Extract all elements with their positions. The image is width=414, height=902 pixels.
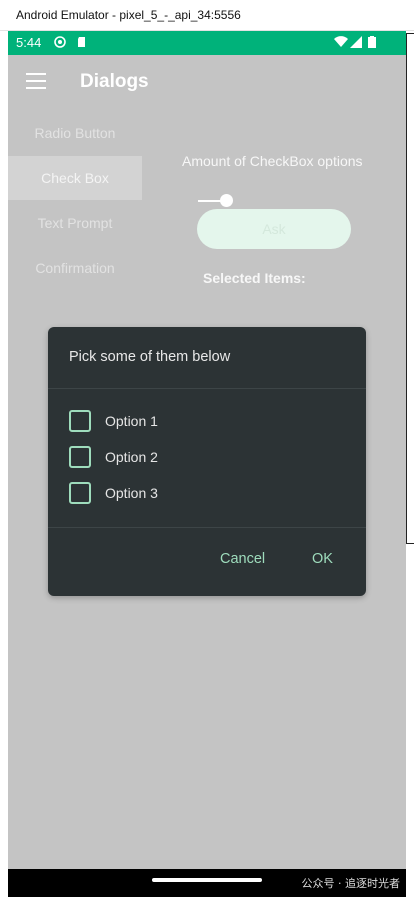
notification-icon	[54, 36, 66, 48]
window-title: Android Emulator - pixel_5_-_api_34:5556	[16, 8, 241, 22]
menu-item-confirmation[interactable]: Confirmation	[8, 246, 142, 290]
battery-icon	[368, 36, 376, 48]
amount-slider-thumb[interactable]	[220, 194, 233, 207]
option-1-checkbox[interactable]	[69, 410, 91, 432]
checkbox-amount-label: Amount of CheckBox options	[182, 153, 363, 169]
option-2-checkbox[interactable]	[69, 446, 91, 468]
option-3-checkbox[interactable]	[69, 482, 91, 504]
watermark: 公众号 · 追逐时光者	[301, 877, 401, 890]
ok-button[interactable]: OK	[312, 551, 333, 567]
option-3-label: Option 3	[105, 485, 158, 501]
option-1-label: Option 1	[105, 413, 158, 429]
desktop-left-edge	[0, 31, 8, 902]
cancel-button[interactable]: Cancel	[220, 551, 265, 567]
phone-screen: 5:44 Dialogs Radio Button Check Box Text…	[8, 31, 406, 897]
ask-button[interactable]: Ask	[197, 209, 351, 249]
desktop-right-edge	[406, 31, 414, 902]
menu-item-text-prompt[interactable]: Text Prompt	[8, 201, 142, 245]
menu-item-check-box[interactable]: Check Box	[8, 156, 142, 200]
hamburger-icon[interactable]	[26, 73, 46, 89]
signal-icon	[350, 36, 362, 48]
dialog-divider-top	[48, 388, 366, 389]
home-gesture-pill[interactable]	[152, 878, 262, 882]
navigation-bar: 公众号 · 追逐时光者	[8, 869, 406, 897]
menu-item-radio-button[interactable]: Radio Button	[8, 111, 142, 155]
dialog-title: Pick some of them below	[69, 349, 231, 365]
page-title: Dialogs	[80, 71, 149, 92]
status-bar: 5:44	[8, 31, 406, 55]
checkbox-dialog: Pick some of them below Option 1 Option …	[48, 327, 366, 596]
selected-items-label: Selected Items:	[203, 270, 306, 286]
emulator-window-titlebar: Android Emulator - pixel_5_-_api_34:5556	[0, 0, 414, 31]
app-bar: Dialogs	[8, 55, 406, 111]
option-2-label: Option 2	[105, 449, 158, 465]
status-time: 5:44	[16, 35, 42, 50]
wifi-icon	[334, 36, 348, 47]
sd-card-icon	[78, 37, 85, 47]
dialog-divider-bottom	[48, 527, 366, 528]
